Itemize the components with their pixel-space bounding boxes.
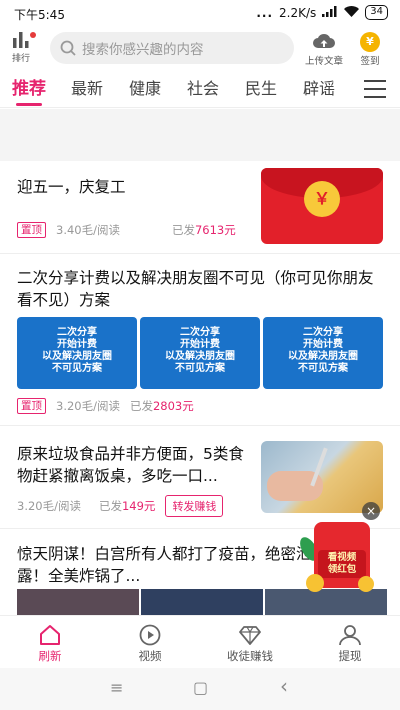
tab-latest[interactable]: 最新 xyxy=(58,74,116,108)
nav-label: 刷新 xyxy=(38,649,62,663)
article-image-row: 二次分享 开始计费 以及解决朋友圈 不可见方案 二次分享 开始计费 以及解决朋友… xyxy=(17,317,387,389)
rank-button[interactable]: 排行 xyxy=(6,32,36,64)
nav-label: 提现 xyxy=(338,649,362,663)
article-thumbnail: 二次分享 开始计费 以及解决朋友圈 不可见方案 xyxy=(140,317,260,389)
article-item[interactable]: 原来垃圾食品并非方便面，5类食物赶紧撤离饭桌，多吃一口... 3.20毛/阅读 … xyxy=(0,437,400,529)
article-thumbnail: 二次分享 开始计费 以及解决朋友圈 不可见方案 xyxy=(263,317,383,389)
cloud-upload-icon xyxy=(313,34,335,48)
article-thumbnail xyxy=(17,589,139,615)
article-title: 迎五一，庆复工 xyxy=(17,178,126,196)
tab-rumor[interactable]: 辟谣 xyxy=(290,74,348,108)
network-speed: 2.2K/s xyxy=(279,5,317,20)
upload-article-button[interactable]: 上传文章 xyxy=(296,32,352,67)
noodle-photo xyxy=(261,441,383,513)
coin-icon: ¥ xyxy=(360,32,380,52)
coin-icon xyxy=(306,574,324,592)
signal-icon xyxy=(322,5,338,20)
tab-health[interactable]: 健康 xyxy=(116,74,174,108)
system-nav-bar: ≡ ▢ ‹ xyxy=(0,668,400,710)
back-icon[interactable]: ‹ xyxy=(280,674,288,698)
upload-label: 上传文章 xyxy=(304,56,343,67)
article-meta: 置顶 3.20毛/阅读 已发2803元 xyxy=(17,398,194,414)
play-icon xyxy=(139,624,161,646)
article-thumbnail: 二次分享 开始计费 以及解决朋友圈 不可见方案 xyxy=(17,317,137,389)
article-sent: 已发7613元 xyxy=(172,222,236,238)
status-indicators: ... 2.2K/s 34 xyxy=(256,5,388,20)
sent-count: 7613元 xyxy=(194,223,236,237)
pinned-badge: 置顶 xyxy=(17,398,46,414)
nav-withdraw[interactable]: 提现 xyxy=(300,616,400,667)
article-rate: 3.20毛/阅读 xyxy=(17,499,81,513)
rank-notification-dot xyxy=(30,32,36,38)
sent-count: 2803元 xyxy=(152,399,194,413)
article-sent: 已发2803元 xyxy=(130,398,194,414)
article-meta: 置顶 3.40毛/阅读 已发7613元 xyxy=(17,222,236,238)
signin-button[interactable]: ¥ 签到 xyxy=(354,32,386,67)
floating-red-packet[interactable]: 看视频 领红包 xyxy=(296,520,380,600)
tab-livelihood[interactable]: 民生 xyxy=(232,74,290,108)
article-item[interactable]: 迎五一，庆复工 置顶 3.40毛/阅读 已发7613元 ￥ xyxy=(0,162,400,254)
menu-icon[interactable]: ≡ xyxy=(110,678,123,697)
search-icon xyxy=(60,40,76,56)
bottom-nav: 刷新 视频 收徒赚钱 提现 xyxy=(0,615,400,667)
notification-dots: ... xyxy=(256,5,274,20)
article-item[interactable]: 二次分享计费以及解决朋友圈不可见（你可见你朋友看不见）方案 二次分享 开始计费 … xyxy=(0,255,400,426)
sent-prefix: 已发 xyxy=(98,499,122,513)
battery-icon: 34 xyxy=(365,5,388,20)
wifi-icon xyxy=(344,5,360,20)
tab-recommend[interactable]: 推荐 xyxy=(0,74,58,108)
nav-label: 收徒赚钱 xyxy=(227,649,273,663)
nav-recruit[interactable]: 收徒赚钱 xyxy=(200,616,300,667)
sent-prefix: 已发 xyxy=(171,223,195,237)
nav-refresh[interactable]: 刷新 xyxy=(0,616,100,667)
status-time: 下午5:45 xyxy=(14,8,65,22)
forward-earn-button[interactable]: 转发赚钱 xyxy=(165,495,224,517)
status-bar: 下午5:45 ... 2.2K/s 34 xyxy=(0,0,400,26)
red-envelope-image: ￥ xyxy=(261,168,383,244)
article-rate: 3.40毛/阅读 xyxy=(56,223,120,237)
article-title: 惊天阴谋！白宫所有人都打了疫苗，绝密泄露！全美炸锅了... xyxy=(17,545,312,585)
tab-society[interactable]: 社会 xyxy=(174,74,232,108)
home-icon xyxy=(40,625,60,645)
yuan-icon: ￥ xyxy=(304,181,340,217)
user-icon xyxy=(339,625,361,646)
search-input[interactable]: 搜索你感兴趣的内容 xyxy=(50,32,294,64)
article-rate: 3.20毛/阅读 xyxy=(56,399,120,413)
nav-video[interactable]: 视频 xyxy=(100,616,200,667)
sent-prefix: 已发 xyxy=(129,399,153,413)
pinned-badge: 置顶 xyxy=(17,222,46,238)
close-icon[interactable]: × xyxy=(362,502,380,520)
bar-chart-icon xyxy=(13,32,29,48)
article-sent: 已发149元 xyxy=(99,498,155,514)
signin-label: 签到 xyxy=(360,56,380,67)
feed-spacer xyxy=(0,109,400,161)
coin-icon xyxy=(358,576,374,592)
diamond-icon xyxy=(239,626,261,645)
home-button-icon[interactable]: ▢ xyxy=(193,678,208,697)
rank-label: 排行 xyxy=(11,54,30,64)
top-bar: 排行 搜索你感兴趣的内容 上传文章 ¥ 签到 xyxy=(0,28,400,72)
tab-menu-button[interactable] xyxy=(364,80,386,104)
category-tabs: 推荐 最新 健康 社会 民生 辟谣 xyxy=(0,74,400,108)
search-placeholder: 搜索你感兴趣的内容 xyxy=(82,42,204,58)
article-title: 二次分享计费以及解决朋友圈不可见（你可见你朋友看不见）方案 xyxy=(17,269,374,309)
sent-count: 149元 xyxy=(121,499,156,513)
red-packet-label: 看视频 领红包 xyxy=(318,550,366,578)
article-meta: 3.20毛/阅读 已发149元 转发赚钱 xyxy=(17,495,224,517)
article-title: 原来垃圾食品并非方便面，5类食物赶紧撤离饭桌，多吃一口... xyxy=(17,445,244,485)
article-thumbnail xyxy=(141,589,263,615)
nav-label: 视频 xyxy=(138,649,162,663)
